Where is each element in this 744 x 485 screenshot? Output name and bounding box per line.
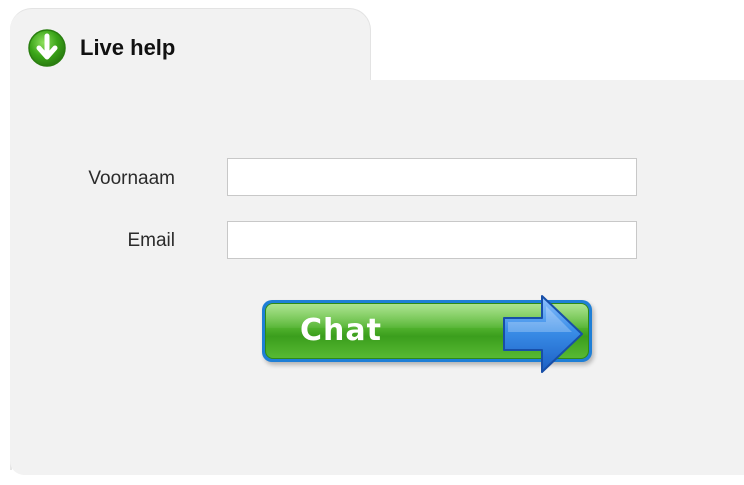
voornaam-input[interactable] [227, 158, 637, 196]
down-arrow-circle-icon [28, 29, 66, 67]
email-input[interactable] [227, 221, 637, 259]
live-help-panel [10, 80, 744, 475]
right-arrow-icon [503, 295, 583, 373]
tab-title: Live help [80, 35, 176, 60]
chat-button-label: Chat [300, 313, 382, 348]
voornaam-label: Voornaam [88, 168, 175, 189]
email-label: Email [127, 230, 175, 251]
